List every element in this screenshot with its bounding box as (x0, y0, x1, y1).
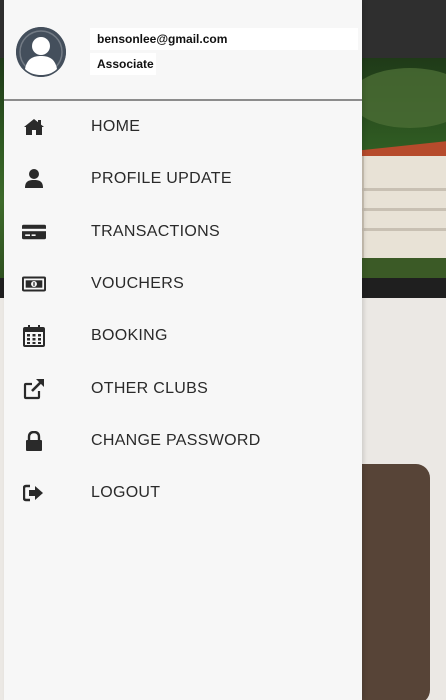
navigation-drawer: bensonlee@gmail.com Associate HOME PROFI… (4, 0, 362, 700)
menu-item-home[interactable]: HOME (4, 101, 362, 153)
drawer-menu: HOME PROFILE UPDATE TRANSACTIONS VOUCHER… (4, 101, 362, 519)
menu-item-label: PROFILE UPDATE (91, 170, 232, 188)
menu-item-transactions[interactable]: TRANSACTIONS (4, 206, 362, 258)
sign-out-icon (22, 481, 46, 505)
home-icon (22, 115, 46, 139)
user-icon (22, 167, 46, 191)
avatar[interactable] (16, 27, 66, 77)
menu-item-label: CHANGE PASSWORD (91, 431, 261, 449)
user-avatar-icon (16, 27, 66, 77)
menu-item-logout[interactable]: LOGOUT (4, 467, 362, 519)
menu-item-label: VOUCHERS (91, 275, 185, 293)
external-link-icon (22, 377, 46, 401)
menu-item-label: LOGOUT (91, 484, 161, 502)
menu-item-label: BOOKING (91, 327, 168, 345)
calendar-icon (22, 324, 46, 348)
user-role: Associate (90, 53, 156, 75)
menu-item-label: TRANSACTIONS (91, 222, 220, 240)
lock-icon (22, 429, 46, 453)
menu-item-label: HOME (91, 118, 141, 136)
menu-item-vouchers[interactable]: VOUCHERS (4, 258, 362, 310)
menu-item-change-password[interactable]: CHANGE PASSWORD (4, 415, 362, 467)
credit-card-icon (22, 220, 46, 244)
money-bill-icon (22, 272, 46, 296)
menu-item-other-clubs[interactable]: OTHER CLUBS (4, 362, 362, 414)
menu-item-booking[interactable]: BOOKING (4, 310, 362, 362)
menu-item-profile-update[interactable]: PROFILE UPDATE (4, 153, 362, 205)
user-email: bensonlee@gmail.com (90, 28, 358, 50)
menu-item-label: OTHER CLUBS (91, 379, 209, 397)
drawer-header: bensonlee@gmail.com Associate (4, 0, 362, 100)
